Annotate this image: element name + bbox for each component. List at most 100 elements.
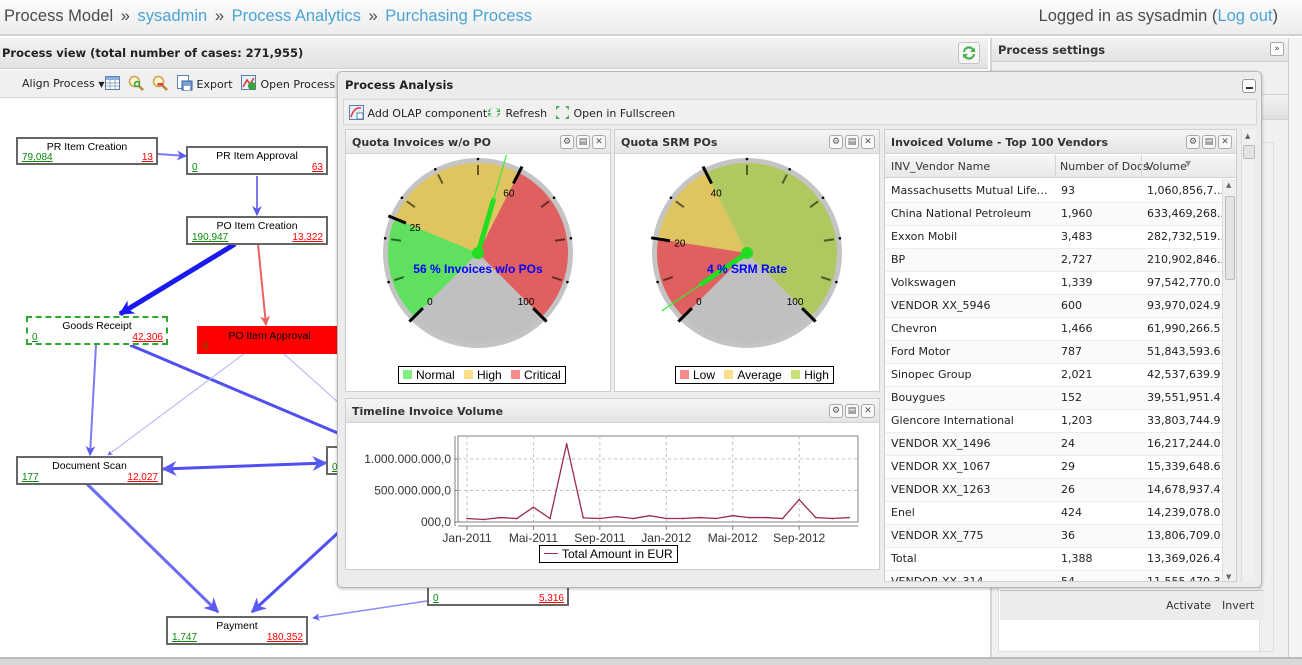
- scroll-thumb[interactable]: [1225, 196, 1235, 280]
- save-button[interactable]: ▤: [845, 135, 859, 149]
- refresh-process-button[interactable]: [958, 42, 980, 64]
- close-button[interactable]: ✕: [861, 135, 875, 149]
- node-payment[interactable]: Payment 1,747 180,352: [166, 616, 308, 645]
- export-button[interactable]: Export: [177, 75, 233, 91]
- volume-cell: 16,217,244.0: [1141, 432, 1225, 456]
- settings-actions: Activate Invert: [1000, 590, 1264, 620]
- align-process-dropdown[interactable]: Align Process ▼: [22, 77, 104, 90]
- docs-count-cell: 29: [1055, 455, 1141, 479]
- page-scrollbar[interactable]: [1288, 38, 1302, 658]
- add-olap-component-button[interactable]: Add OLAP component: [349, 105, 487, 120]
- gauge-srm-rate: 0 20 40 100 4 % SRM Rate: [650, 157, 842, 348]
- vendor-row[interactable]: Glencore International 1,203 33,803,744.9: [885, 409, 1225, 433]
- vendor-table-scrollbar[interactable]: ▲ ▼: [1222, 179, 1236, 581]
- add-olap-icon: [349, 105, 364, 120]
- sort-desc-icon[interactable]: ▼: [1185, 159, 1191, 168]
- vendor-name-cell: Massachusetts Mutual Life Ins...: [885, 179, 1055, 203]
- volume-cell: 42,537,639.9: [1141, 363, 1225, 387]
- vendor-table-header: INV_Vendor Name Number of Docs Volume ▼: [885, 155, 1236, 178]
- close-button[interactable]: ✕: [592, 135, 606, 149]
- node-pr-item-creation[interactable]: PR Item Creation 79,084 13: [16, 137, 158, 165]
- node-po-item-creation[interactable]: PO Item Creation 190,947 13,322: [186, 216, 328, 245]
- activate-button[interactable]: Activate: [1166, 599, 1211, 612]
- data-point: [781, 517, 784, 520]
- logout-link[interactable]: Log out: [1217, 7, 1272, 25]
- vendor-row[interactable]: Sinopec Group 2,021 42,537,639.9: [885, 363, 1225, 387]
- vendor-row[interactable]: Total 1,388 13,369,026.4: [885, 547, 1225, 571]
- data-point: [831, 517, 834, 520]
- collapse-settings-button[interactable]: »: [1270, 42, 1284, 56]
- settings-button[interactable]: ⚙: [829, 135, 843, 149]
- vendor-row[interactable]: Ford Motor 787 51,843,593.6: [885, 340, 1225, 364]
- zoom-out-button[interactable]: [152, 75, 168, 94]
- docs-count-cell: 600: [1055, 294, 1141, 318]
- scroll-thumb[interactable]: [1243, 145, 1255, 159]
- open-fullscreen-button[interactable]: Open in Fullscreen: [555, 105, 675, 120]
- invert-button[interactable]: Invert: [1222, 599, 1254, 612]
- vendor-row[interactable]: Enel 424 14,239,078.0: [885, 501, 1225, 525]
- x-tick-label: Sep-2012: [773, 531, 825, 544]
- scroll-down-icon[interactable]: ▼: [1226, 573, 1231, 581]
- quota-invoices-panel: Quota Invoices w/o PO ⚙ ▤ ✕ 0 25 60 100 56 %…: [345, 129, 611, 392]
- column-header-vendor[interactable]: INV_Vendor Name: [891, 160, 990, 173]
- breadcrumb-sysadmin[interactable]: sysadmin: [138, 7, 208, 25]
- node-po-item-approval[interactable]: PO Item Approval 0: [197, 326, 342, 354]
- node-name: PO Item Approval: [228, 330, 311, 342]
- panel-header: Quota Invoices w/o PO ⚙ ▤ ✕: [346, 130, 610, 154]
- zoom-in-button[interactable]: [128, 75, 144, 94]
- minimize-button[interactable]: [1242, 79, 1256, 93]
- vendor-name-cell: Bouygues: [885, 386, 1055, 410]
- close-button[interactable]: ✕: [861, 404, 875, 418]
- analysis-scrollbar[interactable]: ▲: [1241, 129, 1255, 582]
- vendor-row[interactable]: Bouygues 152 39,551,951.4: [885, 386, 1225, 410]
- vendor-row[interactable]: VENDOR XX_314 54 11,555,470.3: [885, 570, 1225, 581]
- vendor-row[interactable]: VENDOR XX_775 36 13,806,709.0: [885, 524, 1225, 548]
- process-settings-header: Process settings »: [992, 38, 1288, 62]
- data-point: [798, 498, 800, 501]
- vendor-row[interactable]: VENDOR XX_1263 26 14,678,937.4: [885, 478, 1225, 502]
- vendor-row[interactable]: Volkswagen 1,339 97,542,770.0: [885, 271, 1225, 295]
- y-tick-label: 1.000.000.000,0: [364, 452, 451, 466]
- top-bar: Process Model » sysadmin » Process Analy…: [0, 0, 1302, 36]
- node-pr-item-approval[interactable]: PR Item Approval 0 63: [186, 146, 328, 175]
- docs-count-cell: 93: [1055, 179, 1141, 203]
- settings-button[interactable]: ⚙: [560, 135, 574, 149]
- settings-button[interactable]: ⚙: [829, 404, 843, 418]
- refresh-analysis-button[interactable]: Refresh: [486, 105, 547, 120]
- gauge2-legend: Low Average High: [675, 366, 834, 384]
- vendor-name-cell: VENDOR XX_1067: [885, 455, 1055, 479]
- gauge-tick-label: 25: [410, 223, 422, 234]
- data-point: [665, 517, 668, 520]
- vendor-row[interactable]: Exxon Mobil 3,483 282,732,519...: [885, 225, 1225, 249]
- gauge-tick-dot: [552, 196, 556, 200]
- scroll-up-icon[interactable]: ▲: [1226, 181, 1231, 189]
- vendor-row[interactable]: VENDOR XX_1067 29 15,339,648.6: [885, 455, 1225, 479]
- breadcrumb-process-analytics[interactable]: Process Analytics: [232, 7, 361, 25]
- breadcrumb-separator: »: [214, 7, 224, 25]
- node-document-scan[interactable]: Document Scan 177 12,027: [16, 456, 163, 485]
- legend-item-high: High: [464, 368, 502, 382]
- column-header-volume[interactable]: Volume: [1141, 155, 1187, 178]
- node-goods-receipt[interactable]: Goods Receipt 0 42,306: [26, 316, 168, 345]
- scroll-up-icon[interactable]: ▲: [1245, 132, 1250, 140]
- vendor-name-cell: VENDOR XX_1496: [885, 432, 1055, 456]
- vendor-row[interactable]: Chevron 1,466 61,990,266.5: [885, 317, 1225, 341]
- vendor-row[interactable]: VENDOR XX_5946 600 93,970,024.9: [885, 294, 1225, 318]
- column-header-docs[interactable]: Number of Docs: [1055, 155, 1149, 178]
- data-point: [765, 516, 767, 519]
- legend-swatch: [464, 370, 474, 379]
- close-button[interactable]: ✕: [1218, 135, 1232, 149]
- vendor-row[interactable]: China National Petroleum 1,960 633,469,268…: [885, 202, 1225, 226]
- breadcrumb-purchasing-process[interactable]: Purchasing Process: [385, 7, 532, 25]
- save-button[interactable]: ▤: [576, 135, 590, 149]
- vendor-row[interactable]: BP 2,727 210,902,846...: [885, 248, 1225, 272]
- vendor-row[interactable]: VENDOR XX_1496 24 16,217,244.0: [885, 432, 1225, 456]
- table-view-button[interactable]: [105, 76, 120, 93]
- save-button[interactable]: ▤: [845, 404, 859, 418]
- docs-count-cell: 26: [1055, 478, 1141, 502]
- gear-icon: ⚙: [562, 137, 572, 147]
- node-value: 180,352: [266, 632, 303, 643]
- vendor-row[interactable]: Massachusetts Mutual Life Ins... 93 1,060,…: [885, 179, 1225, 203]
- save-button[interactable]: ▤: [1202, 135, 1216, 149]
- settings-button[interactable]: ⚙: [1186, 135, 1200, 149]
